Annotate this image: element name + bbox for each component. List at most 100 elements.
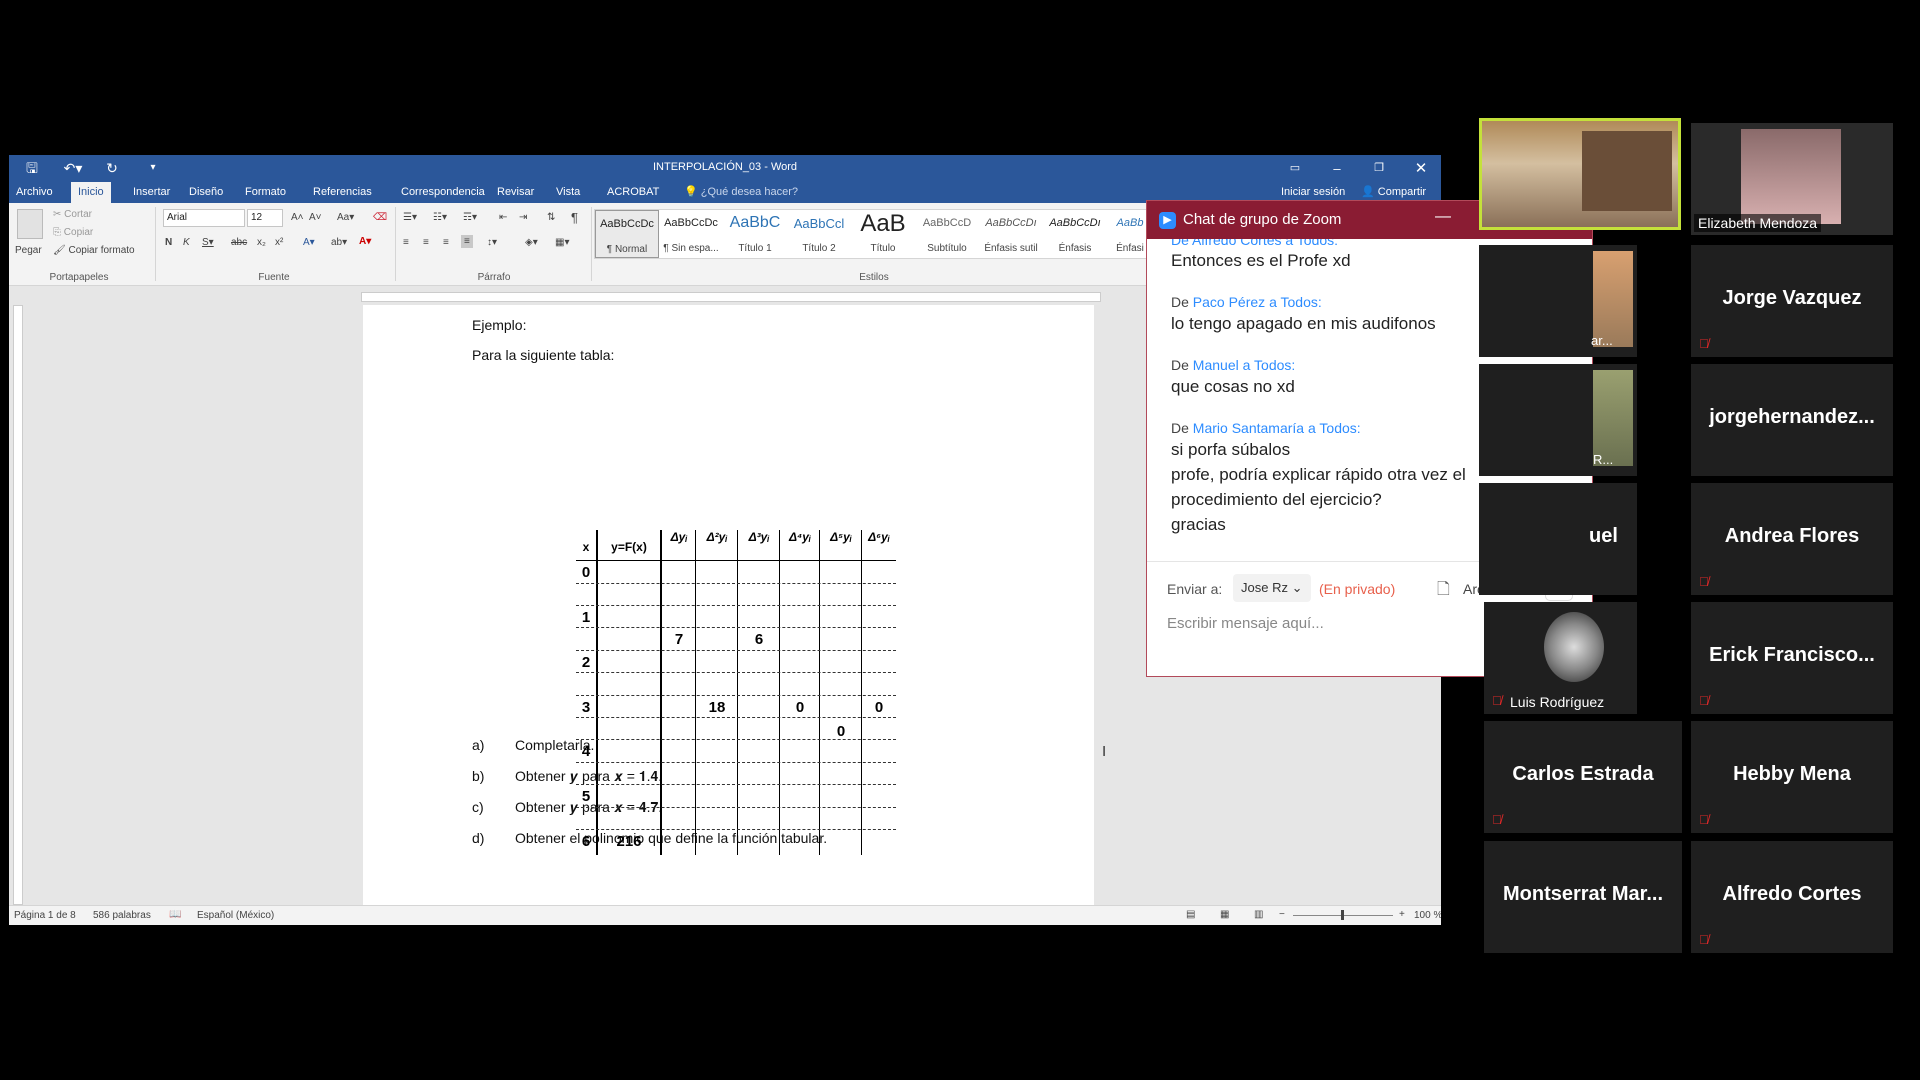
participant-tile[interactable]: 🎙̸ Luis Rodríguez — [1484, 602, 1637, 714]
style-subtitulo[interactable]: AaBbCcD Subtítulo — [915, 210, 979, 258]
bold-icon[interactable]: N — [165, 237, 172, 248]
justify-icon[interactable]: ≡ — [461, 235, 473, 248]
vertical-ruler[interactable] — [13, 305, 23, 905]
shrink-font-icon[interactable]: A˅ — [309, 212, 322, 223]
sender[interactable]: Manuel — [1193, 357, 1239, 373]
zoom-out-icon[interactable]: − — [1279, 909, 1285, 920]
tab-referencias[interactable]: Referencias — [306, 182, 379, 203]
paste-button[interactable]: Pegar — [15, 245, 42, 256]
recipient-dropdown[interactable]: Jose Rz ⌄ — [1233, 574, 1311, 602]
word-titlebar: 🖫 ↶▾ ↻ ▾ INTERPOLACIÓN_03 - Word ▭ – ❐ ✕ — [9, 155, 1441, 182]
format-painter-button[interactable]: 🖌 Copiar formato — [53, 245, 135, 256]
participant-tile[interactable]: jorgehernandez... — [1691, 364, 1893, 476]
lightbulb-icon: 💡 — [684, 186, 698, 198]
minimize-button[interactable]: – — [1317, 155, 1357, 182]
word-count[interactable]: 586 palabras — [93, 910, 151, 921]
font-name-select[interactable]: Arial — [163, 209, 245, 227]
grow-font-icon[interactable]: A˄ — [291, 212, 304, 223]
table-cell: 0 — [836, 723, 846, 740]
participant-tile[interactable]: Alfredo Cortes 🎙̸ — [1691, 841, 1893, 953]
style-enfasis-sutil[interactable]: AaBbCcDı Énfasis sutil — [979, 210, 1043, 258]
participant-name: uel — [1589, 525, 1618, 547]
style-enfasis[interactable]: AaBbCcDı Énfasis — [1043, 210, 1107, 258]
copy-icon: ⎘ — [53, 227, 61, 238]
tab-acrobat[interactable]: ACROBAT — [600, 182, 666, 203]
message-input[interactable]: Escribir mensaje aquí... — [1167, 615, 1324, 632]
read-mode-icon[interactable]: ▤ — [1186, 909, 1195, 920]
page-count[interactable]: Página 1 de 8 — [14, 910, 76, 921]
minimize-icon[interactable]: — — [1435, 208, 1451, 226]
increase-indent-icon[interactable]: ⇥ — [519, 212, 527, 223]
cut-button[interactable]: ✂ Cortar — [53, 209, 92, 220]
horizontal-ruler[interactable] — [361, 292, 1101, 302]
style-titulo-1[interactable]: AaBbC Título 1 — [723, 210, 787, 258]
tab-insertar[interactable]: Insertar — [126, 182, 177, 203]
multilevel-list-icon[interactable]: ☶▾ — [463, 212, 477, 223]
participant-tile[interactable]: ar... — [1479, 245, 1637, 357]
participant-tile[interactable]: uel — [1479, 483, 1637, 595]
italic-icon[interactable]: K — [183, 237, 190, 248]
bullets-icon[interactable]: ☰▾ — [403, 212, 417, 223]
tab-diseno[interactable]: Diseño — [182, 182, 230, 203]
participant-tile[interactable]: Erick Francisco... 🎙̸ — [1691, 602, 1893, 714]
participant-tile[interactable]: Montserrat Mar... — [1484, 841, 1682, 953]
language[interactable]: Español (México) — [197, 910, 274, 921]
align-center-icon[interactable]: ≡ — [423, 237, 429, 248]
superscript-icon[interactable]: x² — [275, 237, 283, 248]
sort-icon[interactable]: ⇅ — [547, 212, 555, 223]
tab-correspondencia[interactable]: Correspondencia — [394, 182, 492, 203]
tab-formato[interactable]: Formato — [238, 182, 293, 203]
shading-icon[interactable]: ◈▾ — [525, 237, 538, 248]
tab-revisar[interactable]: Revisar — [490, 182, 541, 203]
table-cell: 7 — [674, 631, 684, 648]
restore-button[interactable]: ❐ — [1359, 155, 1399, 182]
participant-tile[interactable]: Hebby Mena 🎙̸ — [1691, 721, 1893, 833]
paste-icon[interactable] — [17, 209, 43, 239]
close-button[interactable]: ✕ — [1401, 155, 1441, 182]
style-normal[interactable]: AaBbCcDc ¶ Normal — [595, 210, 659, 258]
style-sin-espacio[interactable]: AaBbCcDc ¶ Sin espa... — [659, 210, 723, 258]
align-left-icon[interactable]: ≡ — [403, 237, 409, 248]
participant-tile[interactable]: Carlos Estrada 🎙̸ — [1484, 721, 1682, 833]
text-effects-icon[interactable]: A▾ — [303, 237, 315, 248]
underline-icon[interactable]: S▾ — [202, 237, 214, 248]
proofing-icon[interactable]: 📖 — [169, 909, 181, 920]
tab-inicio[interactable]: Inicio — [71, 182, 111, 203]
pilcrow-icon[interactable]: ¶ — [571, 210, 578, 225]
participant-tile[interactable]: Elizabeth Mendoza — [1691, 123, 1893, 235]
sender[interactable]: Mario Santamaría — [1193, 420, 1304, 436]
zoom-in-icon[interactable]: + — [1399, 909, 1405, 920]
change-case-icon[interactable]: Aa▾ — [337, 212, 354, 223]
font-color-icon[interactable]: A▾ — [359, 236, 371, 247]
tab-archivo[interactable]: Archivo — [9, 182, 60, 203]
line-spacing-icon[interactable]: ↕▾ — [487, 237, 497, 248]
copy-button[interactable]: ⎘ Copiar — [53, 227, 93, 238]
sender[interactable]: Paco Pérez — [1193, 294, 1265, 310]
align-right-icon[interactable]: ≡ — [443, 237, 449, 248]
highlight-icon[interactable]: ab▾ — [331, 237, 347, 248]
tell-me-search[interactable]: 💡 ¿Qué desea hacer? — [677, 182, 805, 203]
strikethrough-icon[interactable]: abc — [231, 237, 247, 248]
zoom-slider-thumb[interactable] — [1341, 910, 1344, 920]
subscript-icon[interactable]: x₂ — [257, 237, 266, 248]
recipient: Todos — [1280, 294, 1318, 310]
zoom-level[interactable]: 100 % — [1414, 910, 1441, 921]
tab-vista[interactable]: Vista — [549, 182, 587, 203]
participant-tile[interactable] — [1479, 118, 1681, 230]
style-name: Énfasis sutil — [984, 243, 1038, 254]
ribbon-display-icon[interactable]: ▭ — [1275, 155, 1315, 182]
style-titulo[interactable]: AaB Título — [851, 210, 915, 258]
participant-tile[interactable]: Jorge Vazquez 🎙̸ — [1691, 245, 1893, 357]
clear-format-icon[interactable]: ⌫ — [373, 212, 387, 223]
web-layout-icon[interactable]: ▥ — [1254, 909, 1263, 920]
participant-tile[interactable]: R... — [1479, 364, 1637, 476]
print-layout-icon[interactable]: ▦ — [1220, 909, 1229, 920]
style-titulo-2[interactable]: AaBbCcl Título 2 — [787, 210, 851, 258]
participant-name: Jorge Vazquez — [1722, 287, 1862, 309]
font-size-select[interactable]: 12 — [247, 209, 283, 227]
decrease-indent-icon[interactable]: ⇤ — [499, 212, 507, 223]
participant-tile[interactable]: Andrea Flores 🎙̸ — [1691, 483, 1893, 595]
numbering-icon[interactable]: ☷▾ — [433, 212, 447, 223]
borders-icon[interactable]: ▦▾ — [555, 237, 569, 248]
file-icon[interactable]: 🗋 — [1437, 578, 1450, 605]
